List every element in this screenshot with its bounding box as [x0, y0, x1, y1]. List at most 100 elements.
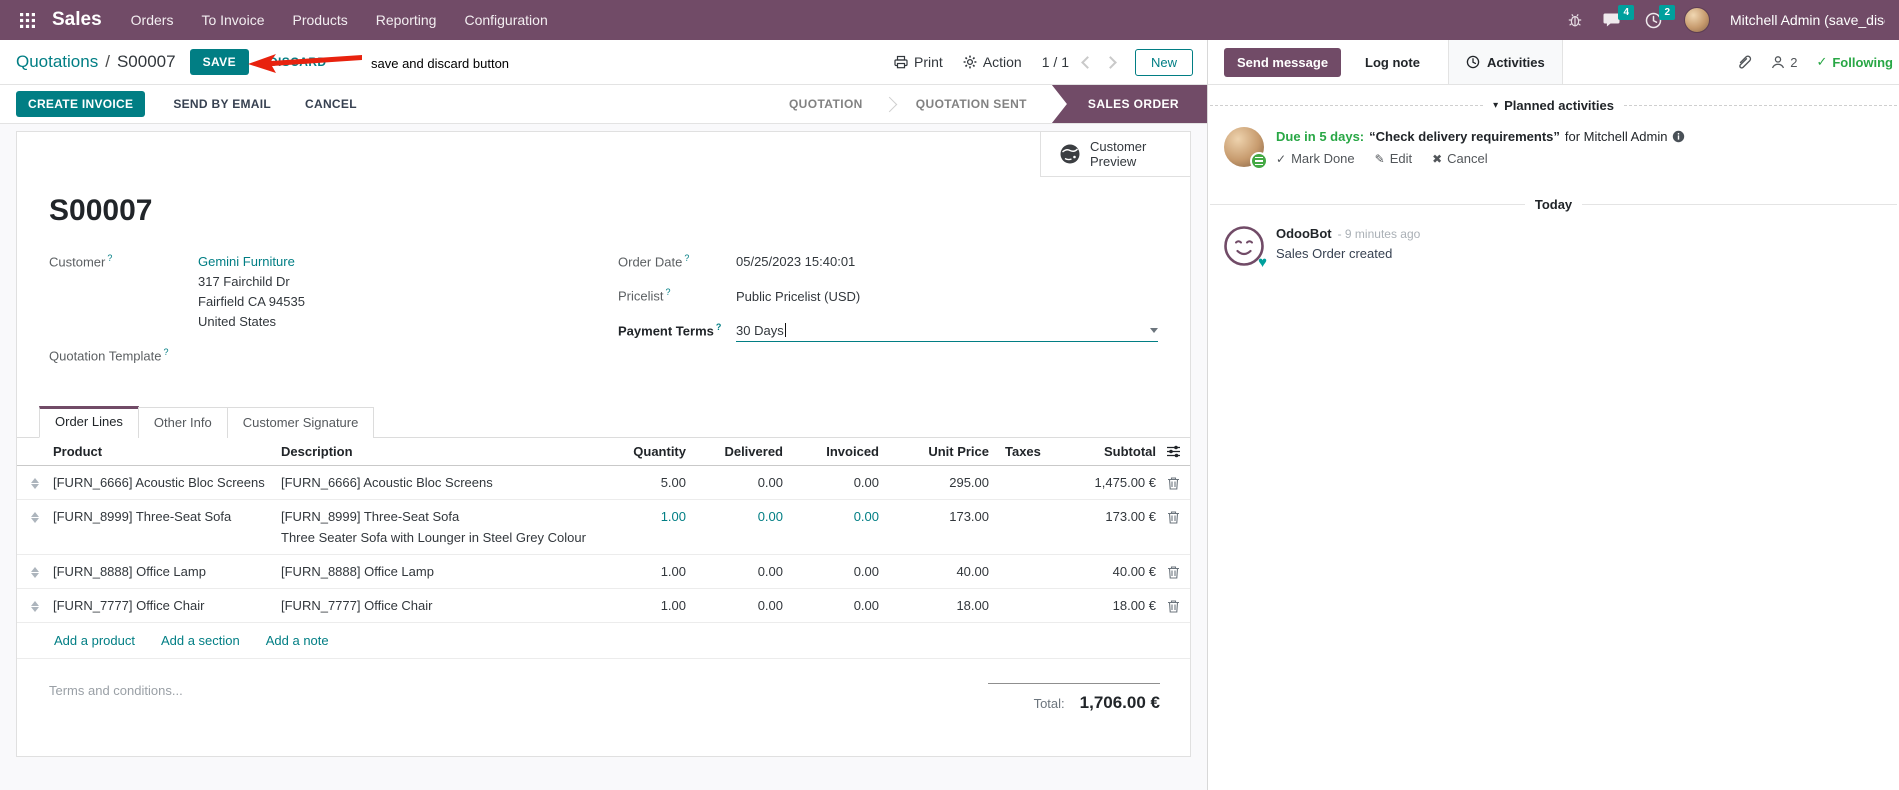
add-section-link[interactable]: Add a section — [161, 633, 240, 648]
following-button[interactable]: ✓ Following — [1816, 54, 1893, 70]
delete-line-button[interactable] — [1167, 565, 1180, 579]
delete-line-button[interactable] — [1167, 599, 1180, 613]
cancel-button[interactable]: CANCEL — [299, 96, 363, 112]
header-quantity[interactable]: Quantity — [610, 444, 700, 459]
cell-description[interactable]: [FURN_7777] Office Chair — [281, 598, 610, 613]
activities-tab[interactable]: Activities — [1447, 40, 1563, 84]
cancel-activity-button[interactable]: ✖ Cancel — [1432, 151, 1488, 166]
menu-to-invoice[interactable]: To Invoice — [188, 0, 277, 40]
cell-invoiced[interactable]: 0.00 — [797, 564, 893, 579]
debug-bug-icon[interactable] — [1567, 12, 1583, 28]
mark-done-button[interactable]: ✓ Mark Done — [1276, 151, 1355, 166]
cell-quantity[interactable]: 1.00 — [610, 598, 700, 613]
delete-line-button[interactable] — [1167, 510, 1180, 524]
status-step-sales-order[interactable]: SALES ORDER — [1051, 85, 1207, 123]
send-by-email-button[interactable]: SEND BY EMAIL — [167, 96, 277, 112]
cell-product[interactable]: [FURN_8888] Office Lamp — [53, 564, 281, 579]
cell-delivered[interactable]: 0.00 — [700, 509, 797, 524]
cell-quantity[interactable]: 1.00 — [610, 509, 700, 524]
delete-line-button[interactable] — [1167, 476, 1180, 490]
menu-orders[interactable]: Orders — [118, 0, 187, 40]
header-delivered[interactable]: Delivered — [700, 444, 797, 459]
customer-preview-button[interactable]: Customer Preview — [1040, 132, 1190, 177]
cell-product[interactable]: [FURN_7777] Office Chair — [53, 598, 281, 613]
payment-terms-input[interactable]: 30 Days — [736, 323, 1158, 342]
drag-handle-icon[interactable] — [17, 598, 53, 613]
cell-product[interactable]: [FURN_8999] Three-Seat Sofa — [53, 509, 281, 524]
cell-description[interactable]: [FURN_6666] Acoustic Bloc Screens — [281, 475, 610, 490]
save-button[interactable]: SAVE — [189, 49, 249, 75]
messages-icon[interactable]: 4 — [1603, 5, 1634, 28]
action-button[interactable]: Action — [963, 54, 1022, 70]
cell-delivered[interactable]: 0.00 — [700, 564, 797, 579]
send-message-button[interactable]: Send message — [1224, 47, 1342, 77]
cell-unit-price[interactable]: 173.00 — [893, 509, 1003, 524]
table-row[interactable]: [FURN_8999] Three-Seat Sofa [FURN_8999] … — [17, 500, 1190, 556]
print-button[interactable]: Print — [894, 54, 943, 70]
new-button[interactable]: New — [1134, 48, 1193, 76]
header-unit-price[interactable]: Unit Price — [893, 444, 1003, 459]
message-author[interactable]: OdooBot — [1276, 226, 1332, 241]
statusbar: QUOTATION QUOTATION SENT SALES ORDER — [770, 85, 1207, 123]
cell-invoiced[interactable]: 0.00 — [797, 598, 893, 613]
user-menu[interactable] — [1684, 7, 1710, 33]
info-icon[interactable] — [1672, 130, 1685, 143]
cell-unit-price[interactable]: 40.00 — [893, 564, 1003, 579]
drag-handle-icon[interactable] — [17, 509, 53, 524]
menu-configuration[interactable]: Configuration — [451, 0, 560, 40]
header-product[interactable]: Product — [53, 444, 281, 459]
table-row[interactable]: [FURN_8888] Office Lamp [FURN_8888] Offi… — [17, 555, 1190, 590]
chatter-message[interactable]: ♥ OdooBot - 9 minutes ago Sales Order cr… — [1208, 226, 1899, 270]
menu-products[interactable]: Products — [280, 0, 361, 40]
cell-unit-price[interactable]: 295.00 — [893, 475, 1003, 490]
terms-and-conditions-placeholder[interactable]: Terms and conditions... — [49, 683, 183, 698]
drag-handle-icon[interactable] — [17, 475, 53, 490]
cell-product[interactable]: [FURN_6666] Acoustic Bloc Screens — [53, 475, 281, 490]
tab-other-info[interactable]: Other Info — [137, 407, 228, 439]
cell-delivered[interactable]: 0.00 — [700, 598, 797, 613]
user-name[interactable]: Mitchell Admin (save_discard — [1730, 12, 1885, 28]
header-invoiced[interactable]: Invoiced — [797, 444, 893, 459]
menu-reporting[interactable]: Reporting — [363, 0, 450, 40]
pager-previous-icon[interactable] — [1081, 55, 1094, 69]
add-product-link[interactable]: Add a product — [54, 633, 135, 648]
chatter-thread: ▾ Planned activities Due in 5 days: “Che… — [1208, 85, 1899, 790]
cell-unit-price[interactable]: 18.00 — [893, 598, 1003, 613]
header-subtotal[interactable]: Subtotal — [1066, 444, 1156, 459]
optional-columns-icon[interactable] — [1166, 445, 1180, 458]
create-invoice-button[interactable]: CREATE INVOICE — [16, 91, 146, 117]
add-note-link[interactable]: Add a note — [266, 633, 329, 648]
edit-activity-button[interactable]: ✎ Edit — [1375, 151, 1412, 166]
tab-order-lines[interactable]: Order Lines — [39, 406, 139, 439]
cell-description[interactable]: [FURN_8999] Three-Seat Sofa Three Seater… — [281, 509, 610, 545]
customer-name-link[interactable]: Gemini Furniture — [198, 252, 305, 272]
printer-icon — [894, 55, 908, 69]
cell-quantity[interactable]: 1.00 — [610, 564, 700, 579]
header-description[interactable]: Description — [281, 444, 610, 459]
app-name[interactable]: Sales — [52, 9, 102, 31]
pager-next-icon[interactable] — [1104, 55, 1117, 69]
order-date-value[interactable]: 05/25/2023 15:40:01 — [736, 254, 855, 269]
breadcrumb-quotations[interactable]: Quotations — [16, 52, 98, 72]
apps-grid-icon[interactable] — [10, 0, 44, 40]
discard-button[interactable]: DISCARD — [265, 49, 330, 75]
followers-button[interactable]: 2 — [1771, 55, 1797, 70]
cell-description[interactable]: [FURN_8888] Office Lamp — [281, 564, 610, 579]
cell-quantity[interactable]: 5.00 — [610, 475, 700, 490]
drag-handle-icon[interactable] — [17, 564, 53, 579]
dropdown-caret-icon[interactable] — [1150, 327, 1158, 333]
pricelist-value[interactable]: Public Pricelist (USD) — [736, 289, 860, 304]
tab-customer-signature[interactable]: Customer Signature — [226, 407, 375, 439]
status-step-quotation[interactable]: QUOTATION — [770, 85, 882, 123]
attachments-button[interactable] — [1736, 54, 1752, 70]
table-row[interactable]: [FURN_7777] Office Chair [FURN_7777] Off… — [17, 589, 1190, 624]
planned-activities-toggle[interactable]: ▾ Planned activities — [1493, 98, 1614, 113]
table-row[interactable]: [FURN_6666] Acoustic Bloc Screens [FURN_… — [17, 466, 1190, 501]
activities-clock-icon[interactable]: 2 — [1645, 4, 1675, 29]
cell-invoiced[interactable]: 0.00 — [797, 509, 893, 524]
status-step-quotation-sent[interactable]: QUOTATION SENT — [897, 85, 1046, 123]
cell-invoiced[interactable]: 0.00 — [797, 475, 893, 490]
cell-delivered[interactable]: 0.00 — [700, 475, 797, 490]
header-taxes[interactable]: Taxes — [1003, 444, 1066, 459]
log-note-button[interactable]: Log note — [1359, 54, 1426, 71]
